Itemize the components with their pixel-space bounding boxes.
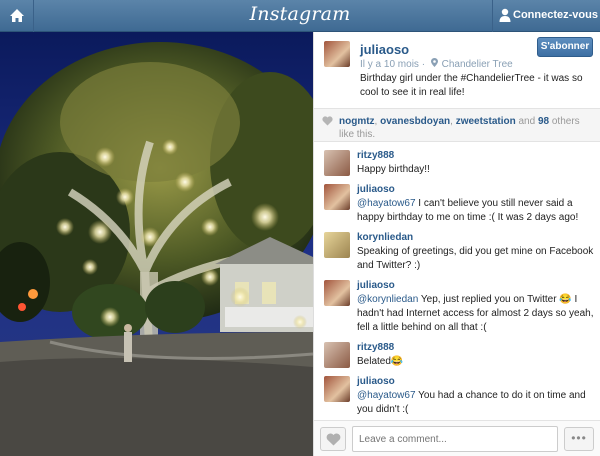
comment-text: @korynliedan Yep, just replied you on Tw…: [357, 293, 597, 335]
liker-link[interactable]: ovanesbdoyan: [380, 116, 450, 127]
liker-link[interactable]: zweetstation: [456, 116, 516, 127]
comment-text: @hayatow67 I can't believe you still nev…: [357, 197, 597, 225]
comment-username[interactable]: juliaoso: [357, 376, 395, 387]
location-pin-icon: [430, 58, 438, 70]
post-photo[interactable]: [0, 32, 313, 456]
meta-separator: ·: [421, 59, 428, 70]
comment-text: Belated😂: [357, 355, 597, 369]
likes-and: and: [515, 116, 538, 127]
comment-username[interactable]: ritzy888: [357, 342, 394, 353]
comment-mention[interactable]: @hayatow67: [357, 198, 416, 209]
comment-input[interactable]: [352, 426, 558, 452]
comment-mention[interactable]: @hayatow67: [357, 390, 416, 401]
home-icon: [10, 9, 24, 22]
login-label: Connectez-vous: [513, 9, 598, 21]
liker-link[interactable]: nogmtz: [339, 116, 375, 127]
comment-text: Happy birthday!!: [357, 163, 597, 177]
top-navigation-bar: Instagram Connectez-vous: [0, 0, 600, 32]
post-caption: Birthday girl under the #ChandelierTree …: [360, 73, 583, 98]
home-button[interactable]: [0, 0, 34, 32]
owner-username[interactable]: juliaoso: [360, 42, 409, 57]
owner-avatar[interactable]: [324, 41, 350, 67]
heart-icon: [326, 433, 341, 446]
comment-avatar[interactable]: [324, 280, 350, 306]
comment-username[interactable]: juliaoso: [357, 280, 395, 291]
comment-avatar[interactable]: [324, 342, 350, 368]
post-header: juliaoso Il y a 10 mois · Chandelier Tre…: [314, 32, 600, 100]
comment-text: Speaking of greetings, did you get mine …: [357, 245, 597, 273]
more-icon: •••: [571, 431, 587, 445]
login-button[interactable]: Connectez-vous: [492, 0, 600, 32]
post-location[interactable]: Chandelier Tree: [442, 59, 513, 70]
post-meta: Il y a 10 mois · Chandelier Tree: [360, 58, 513, 70]
comment-mention[interactable]: @korynliedan: [357, 294, 418, 305]
comment-avatar[interactable]: [324, 184, 350, 210]
likes-bar: nogmtz, ovanesbdoyan, zweetstation and 9…: [314, 108, 600, 142]
instagram-logo[interactable]: Instagram: [212, 3, 388, 25]
follow-button[interactable]: S'abonner: [537, 37, 593, 57]
comment-body: Happy birthday!!: [357, 164, 430, 175]
comment-footer: •••: [314, 420, 600, 456]
likes-count[interactable]: 98: [538, 116, 549, 127]
post-time[interactable]: Il y a 10 mois: [360, 59, 419, 70]
comment-avatar[interactable]: [324, 376, 350, 402]
comment-text: @hayatow67 You had a chance to do it on …: [357, 389, 597, 417]
comment-body: Speaking of greetings, did you get mine …: [357, 246, 594, 271]
like-button[interactable]: [320, 427, 346, 451]
chandelier-tree-photo: [0, 32, 313, 456]
more-options-button[interactable]: •••: [564, 427, 594, 451]
post-details-panel: juliaoso Il y a 10 mois · Chandelier Tre…: [313, 32, 600, 456]
comment-body: Belated😂: [357, 356, 404, 367]
comment-username[interactable]: korynliedan: [357, 232, 413, 243]
comment-username[interactable]: juliaoso: [357, 184, 395, 195]
heart-icon: [322, 116, 333, 126]
comment-avatar[interactable]: [324, 232, 350, 258]
likes-text: nogmtz, ovanesbdoyan, zweetstation and 9…: [339, 115, 595, 141]
comment-avatar[interactable]: [324, 150, 350, 176]
user-icon: [499, 8, 511, 22]
comment-username[interactable]: ritzy888: [357, 150, 394, 161]
